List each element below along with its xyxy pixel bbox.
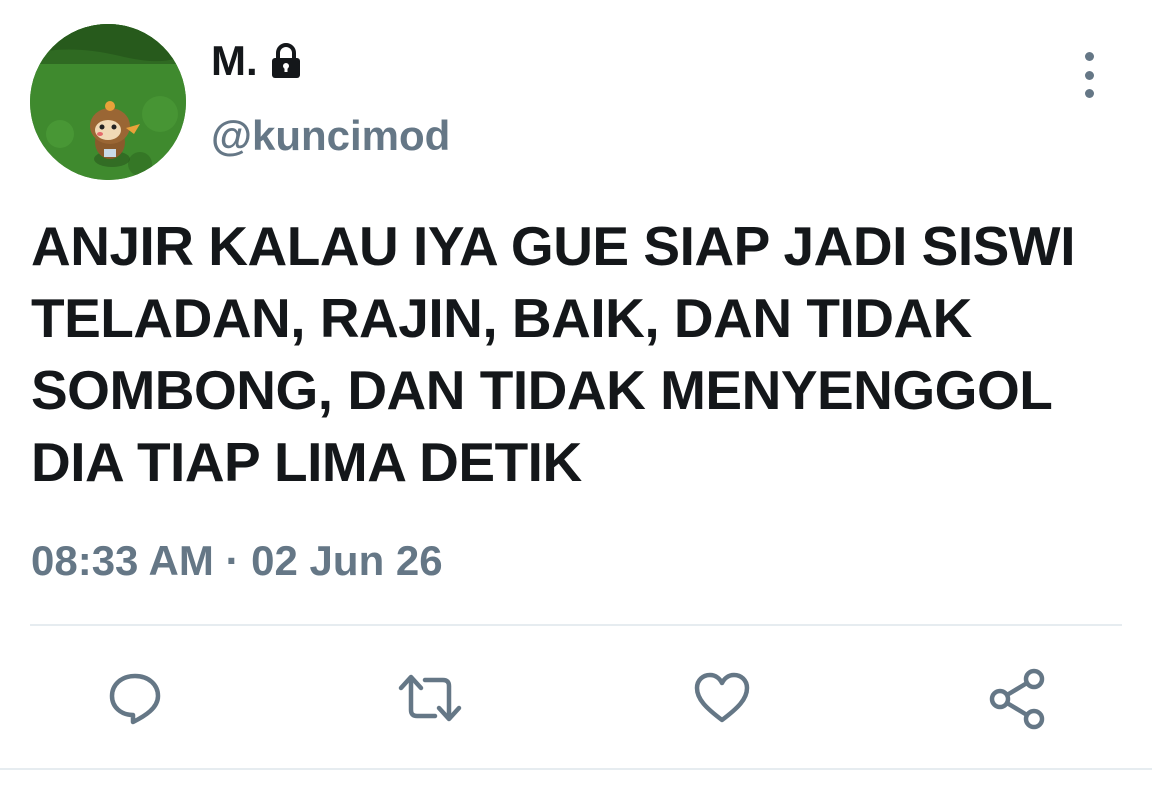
avatar[interactable] <box>30 24 186 180</box>
bottom-divider <box>0 768 1152 770</box>
retweet-button[interactable] <box>395 660 465 735</box>
lock-icon <box>266 41 306 81</box>
tweet-timestamp[interactable]: 08:33 AM · 02 Jun 26 <box>31 540 443 582</box>
more-dot-icon <box>1084 52 1094 61</box>
more-dot-icon <box>1084 89 1094 98</box>
more-options-button[interactable] <box>1070 52 1108 98</box>
action-bar <box>0 660 1152 735</box>
comment-icon <box>109 673 161 724</box>
display-name[interactable]: M. <box>211 40 258 82</box>
like-button[interactable] <box>687 660 757 735</box>
tweet-text: ANJIR KALAU IYA GUE SIAP JADI SISWI TELA… <box>31 215 1076 493</box>
more-dot-icon <box>1084 70 1094 80</box>
avatar-image <box>30 24 186 180</box>
retweet-icon <box>398 674 462 721</box>
divider <box>30 624 1122 626</box>
heart-icon <box>694 672 750 722</box>
share-icon <box>989 668 1045 729</box>
reply-button[interactable] <box>100 660 170 735</box>
user-handle[interactable]: @kuncimod <box>211 115 450 157</box>
display-name-row[interactable]: M. <box>211 40 306 82</box>
share-button[interactable] <box>983 660 1053 735</box>
